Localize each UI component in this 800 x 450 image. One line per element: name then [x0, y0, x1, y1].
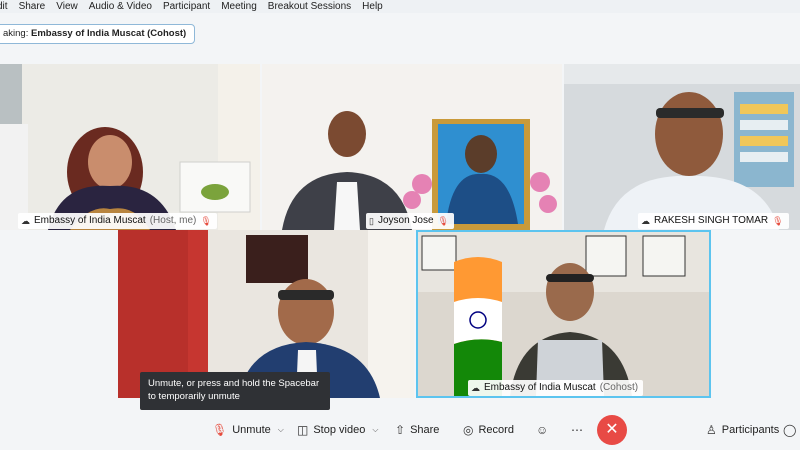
- ellipsis-icon: ⋯: [571, 423, 583, 437]
- camera-icon: ◫: [297, 423, 309, 437]
- menu-view[interactable]: View: [56, 0, 78, 13]
- participants-button[interactable]: ♙ Participants: [706, 418, 779, 442]
- speaking-prefix: aking:: [3, 28, 29, 39]
- share-button[interactable]: ⇧ Share: [395, 418, 439, 442]
- speaking-name: Embassy of India Muscat (Cohost): [31, 28, 187, 39]
- participants-label: Participants: [721, 424, 780, 436]
- record-button[interactable]: ◎ Record: [463, 418, 514, 442]
- video-feed: [418, 232, 709, 396]
- participant-name: RAKESH SINGH TOMAR: [654, 215, 769, 226]
- meeting-toolbar: 🎙 Unmute ⌵ ◫ Stop video ⌵ ⇧ Share ◎ Reco…: [0, 410, 800, 450]
- participant-name: Embassy of India Muscat: [484, 382, 596, 393]
- mic-muted-icon: 🎙: [212, 423, 228, 437]
- menu-meeting[interactable]: Meeting: [221, 0, 257, 13]
- menu-share[interactable]: Share: [19, 0, 46, 13]
- share-icon: ⇧: [395, 423, 406, 437]
- menu-audio-video[interactable]: Audio & Video: [89, 0, 152, 13]
- tile-name-tag: ▯ Joyson Jose 🎙: [366, 213, 454, 229]
- stop-video-label: Stop video: [313, 424, 366, 436]
- tile-name-tag: ☁ Embassy of India Muscat (Host, me) 🎙: [18, 213, 217, 229]
- audio-wave-icon: ☁: [471, 383, 480, 393]
- record-icon: ◎: [463, 423, 474, 437]
- tile-name-tag: ☁ RAKESH SINGH TOMAR 🎙: [638, 213, 789, 229]
- video-feed: [564, 64, 800, 230]
- chat-button[interactable]: ◯: [783, 418, 796, 442]
- close-icon: ✕: [605, 421, 619, 438]
- end-meeting-button[interactable]: ✕: [597, 415, 627, 445]
- speaking-indicator: aking: Embassy of India Muscat (Cohost): [0, 24, 196, 44]
- participant-role: (Host, me): [149, 215, 197, 226]
- chevron-down-icon[interactable]: ⌵: [278, 425, 284, 435]
- unmute-button[interactable]: 🎙 Unmute ⌵: [212, 418, 284, 442]
- person-icon: ♙: [706, 423, 717, 437]
- participant-name: Joyson Jose: [377, 215, 434, 226]
- video-feed: [262, 64, 562, 230]
- device-icon: ▯: [369, 216, 374, 226]
- record-label: Record: [478, 424, 514, 436]
- mic-muted-icon: 🎙: [437, 216, 449, 226]
- tile-name-tag: ☁ Embassy of India Muscat (Cohost): [468, 380, 644, 396]
- menu-bar: dit Share View Audio & Video Participant…: [0, 0, 800, 13]
- stop-video-button[interactable]: ◫ Stop video ⌵: [297, 418, 378, 442]
- video-tile-host[interactable]: ☁ Embassy of India Muscat (Host, me) 🎙: [0, 64, 260, 230]
- menu-breakout-sessions[interactable]: Breakout Sessions: [268, 0, 351, 13]
- unmute-tooltip: Unmute, or press and hold the Spacebar t…: [140, 372, 330, 410]
- chevron-down-icon[interactable]: ⌵: [372, 425, 378, 435]
- video-tile-rakesh[interactable]: ☁ RAKESH SINGH TOMAR 🎙: [564, 64, 800, 230]
- unmute-label: Unmute: [232, 424, 271, 436]
- audio-wave-icon: ☁: [21, 216, 30, 226]
- participant-role: (Cohost): [599, 382, 639, 393]
- mic-muted-icon: 🎙: [772, 216, 784, 226]
- mic-muted-icon: 🎙: [200, 216, 212, 226]
- share-label: Share: [410, 424, 440, 436]
- smiley-icon: ☺: [536, 423, 549, 437]
- video-tile-joyson[interactable]: ▯ Joyson Jose 🎙: [262, 64, 562, 230]
- chat-icon: ◯: [783, 423, 797, 437]
- participant-name: Embassy of India Muscat: [34, 215, 146, 226]
- video-tile-cohost[interactable]: ☁ Embassy of India Muscat (Cohost): [416, 230, 711, 398]
- reactions-button[interactable]: ☺: [536, 418, 548, 442]
- menu-participant[interactable]: Participant: [163, 0, 210, 13]
- more-button[interactable]: ⋯: [571, 418, 583, 442]
- menu-edit[interactable]: dit: [0, 0, 8, 13]
- audio-wave-icon: ☁: [641, 216, 650, 226]
- menu-help[interactable]: Help: [362, 0, 383, 13]
- video-feed: [0, 64, 260, 230]
